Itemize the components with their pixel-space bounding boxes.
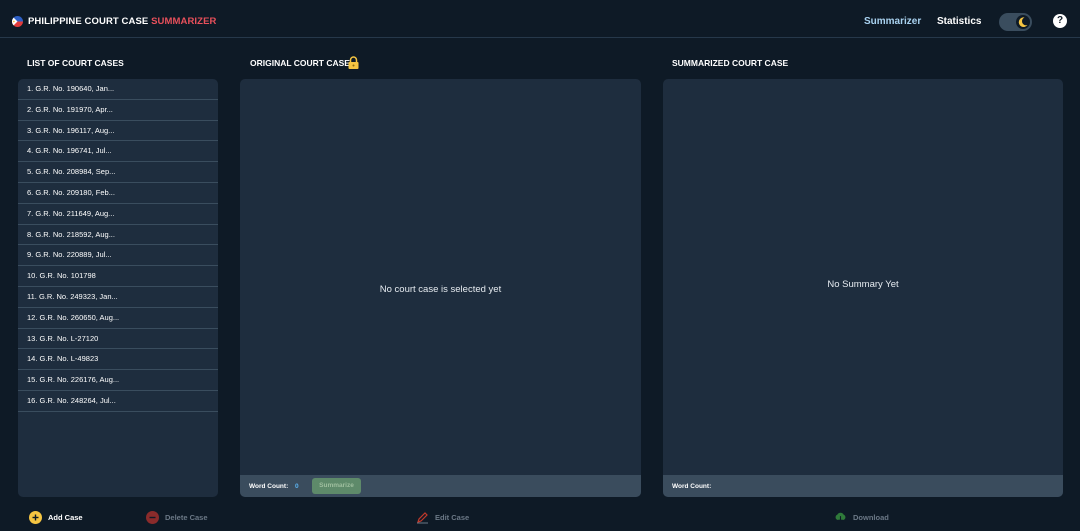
cloud-download-icon xyxy=(835,512,846,522)
list-item[interactable]: 5. G.R. No. 208984, Sep... xyxy=(18,162,218,183)
app-title: PHILIPPINE COURT CASE SUMMARIZER xyxy=(28,16,216,27)
summarize-button[interactable]: Summarize xyxy=(312,478,361,494)
list-item[interactable]: 12. G.R. No. 260650, Aug... xyxy=(18,308,218,329)
top-bar: PHILIPPINE COURT CASE SUMMARIZER Summari… xyxy=(0,0,1080,38)
court-case-list: 1. G.R. No. 190640, Jan... 2. G.R. No. 1… xyxy=(18,79,218,497)
list-item[interactable]: 3. G.R. No. 196117, Aug... xyxy=(18,121,218,142)
list-item[interactable]: 7. G.R. No. 211649, Aug... xyxy=(18,204,218,225)
delete-case-button[interactable]: Delete Case xyxy=(146,510,208,524)
original-word-count-label: Word Count: xyxy=(249,483,289,490)
theme-toggle[interactable] xyxy=(999,13,1032,31)
list-item[interactable]: 15. G.R. No. 226176, Aug... xyxy=(18,370,218,391)
moon-icon xyxy=(1018,17,1028,28)
download-button[interactable]: Download xyxy=(834,510,889,524)
summary-title: SUMMARIZED COURT CASE xyxy=(672,58,789,68)
summary-word-count-label: Word Count: xyxy=(672,483,712,490)
original-title: ORIGINAL COURT CASE xyxy=(250,58,350,68)
summary-footer: Word Count: xyxy=(663,475,1063,497)
philippine-flag-icon xyxy=(12,16,23,27)
edit-case-button[interactable]: Edit Case xyxy=(416,510,469,524)
help-icon[interactable]: ? xyxy=(1053,14,1067,28)
pencil-icon xyxy=(417,511,428,523)
list-item[interactable]: 10. G.R. No. 101798 xyxy=(18,266,218,287)
list-item[interactable]: 13. G.R. No. L-27120 xyxy=(18,329,218,350)
download-label: Download xyxy=(853,512,889,522)
plus-circle-icon xyxy=(29,510,42,524)
original-word-count-value: 0 xyxy=(295,483,299,490)
add-case-button[interactable]: Add Case xyxy=(29,510,83,524)
list-item[interactable]: 8. G.R. No. 218592, Aug... xyxy=(18,225,218,246)
original-case-panel: No court case is selected yet Word Count… xyxy=(240,79,641,497)
summary-panel: No Summary Yet Word Count: xyxy=(663,79,1063,497)
list-item[interactable]: 14. G.R. No. L-49823 xyxy=(18,349,218,371)
minus-circle-icon xyxy=(146,510,159,524)
toggle-knob xyxy=(1016,15,1030,29)
lock-icon[interactable] xyxy=(348,56,359,69)
nav-statistics[interactable]: Statistics xyxy=(937,16,981,27)
list-item[interactable]: 4. G.R. No. 196741, Jul... xyxy=(18,141,218,163)
edit-case-label: Edit Case xyxy=(435,512,470,522)
nav-summarizer[interactable]: Summarizer xyxy=(864,16,921,27)
app-title-main: PHILIPPINE COURT CASE xyxy=(28,16,152,27)
list-item[interactable]: 6. G.R. No. 209180, Feb... xyxy=(18,183,218,204)
list-item[interactable]: 11. G.R. No. 249323, Jan... xyxy=(18,287,218,308)
list-item[interactable]: 9. G.R. No. 220889, Jul... xyxy=(18,245,218,267)
delete-case-label: Delete Case xyxy=(165,512,208,522)
add-case-label: Add Case xyxy=(48,512,83,522)
original-footer: Word Count: 0 Summarize xyxy=(240,475,641,497)
list-item[interactable]: 2. G.R. No. 191970, Apr... xyxy=(18,100,218,121)
list-item[interactable]: 1. G.R. No. 190640, Jan... xyxy=(18,79,218,100)
list-item[interactable]: 16. G.R. No. 248264, Jul... xyxy=(18,391,218,412)
summary-empty-message: No Summary Yet xyxy=(827,279,899,290)
original-empty-message: No court case is selected yet xyxy=(379,284,502,295)
app-title-accent: SUMMARIZER xyxy=(151,16,217,27)
list-title: LIST OF COURT CASES xyxy=(27,58,124,68)
